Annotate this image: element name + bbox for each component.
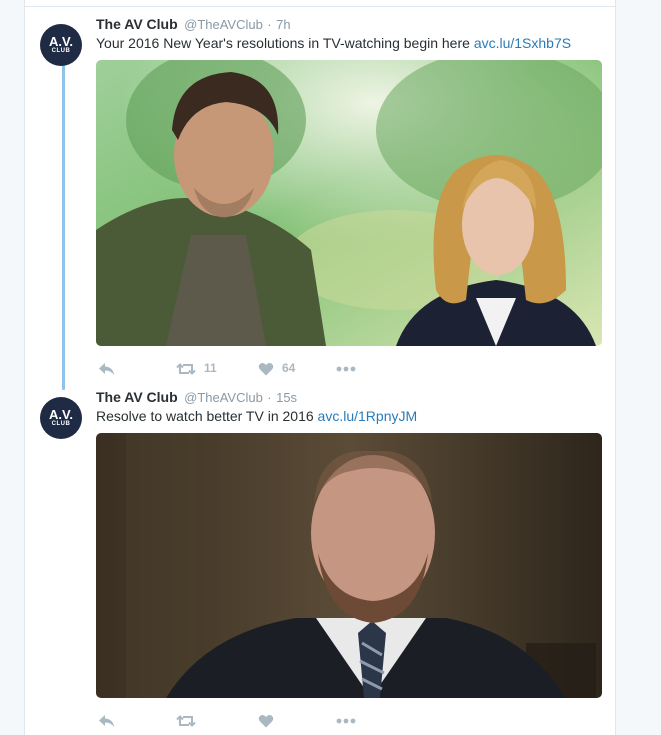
tweet-text: Resolve to watch better TV in 2016 avc.l… — [96, 407, 604, 425]
timeline: A.V. CLUB The AV Club @TheAVClub · 7h Yo… — [24, 0, 616, 735]
author-handle[interactable]: @TheAVClub — [184, 390, 263, 405]
reply-button[interactable] — [98, 358, 116, 378]
divider — [25, 6, 615, 7]
avatar-logo-subtext: CLUB — [51, 421, 71, 427]
more-icon — [336, 366, 356, 372]
avatar-logo-subtext: CLUB — [51, 48, 71, 54]
timestamp[interactable]: 7h — [276, 17, 290, 32]
timestamp[interactable]: 15s — [276, 390, 297, 405]
tweet-content: The AV Club @TheAVClub · 15s Resolve to … — [96, 387, 604, 734]
conversation-thread-line — [62, 64, 65, 390]
tweet-text: Your 2016 New Year's resolutions in TV-w… — [96, 34, 604, 52]
more-icon — [336, 718, 356, 724]
more-button[interactable] — [336, 710, 356, 730]
retweet-button[interactable] — [176, 710, 204, 730]
tweet-header: The AV Club @TheAVClub · 15s — [96, 387, 604, 407]
reply-button[interactable] — [98, 710, 116, 730]
tweet-link[interactable]: avc.lu/1RpnyJM — [318, 408, 418, 424]
separator: · — [267, 390, 272, 405]
tweet-header: The AV Club @TheAVClub · 7h — [96, 14, 604, 34]
reply-icon — [99, 714, 114, 727]
tweet-photo[interactable] — [96, 60, 602, 346]
heart-icon — [258, 714, 274, 728]
separator: · — [267, 17, 272, 32]
more-button[interactable] — [336, 358, 356, 378]
retweet-count: 11 — [204, 361, 217, 375]
photo-two-people-outdoors — [96, 60, 602, 346]
tweet-link[interactable]: avc.lu/1Sxhb7S — [474, 35, 571, 51]
retweet-button[interactable]: 11 — [176, 358, 217, 378]
like-button[interactable] — [258, 710, 282, 730]
tweet-text-body: Your 2016 New Year's resolutions in TV-w… — [96, 35, 474, 51]
avatar[interactable]: A.V. CLUB — [40, 24, 82, 66]
tweet-photo[interactable] — [96, 433, 602, 698]
like-button[interactable]: 64 — [258, 358, 295, 378]
author-name[interactable]: The AV Club — [96, 389, 178, 405]
avatar[interactable]: A.V. CLUB — [40, 397, 82, 439]
avatar-logo-text: A.V. — [48, 407, 74, 422]
avatar-logo-text: A.V. — [48, 34, 74, 49]
reply-icon — [99, 362, 114, 375]
retweet-icon — [176, 362, 196, 375]
author-name[interactable]: The AV Club — [96, 16, 178, 32]
tweet-actions: 11 64 — [96, 352, 604, 382]
tweet-content: The AV Club @TheAVClub · 7h Your 2016 Ne… — [96, 14, 604, 382]
like-count: 64 — [282, 361, 296, 375]
retweet-icon — [176, 714, 196, 727]
tweet-actions — [96, 704, 604, 734]
tweet-text-body: Resolve to watch better TV in 2016 — [96, 408, 318, 424]
author-handle[interactable]: @TheAVClub — [184, 17, 263, 32]
photo-man-in-suit — [96, 433, 602, 698]
heart-icon — [258, 362, 274, 376]
